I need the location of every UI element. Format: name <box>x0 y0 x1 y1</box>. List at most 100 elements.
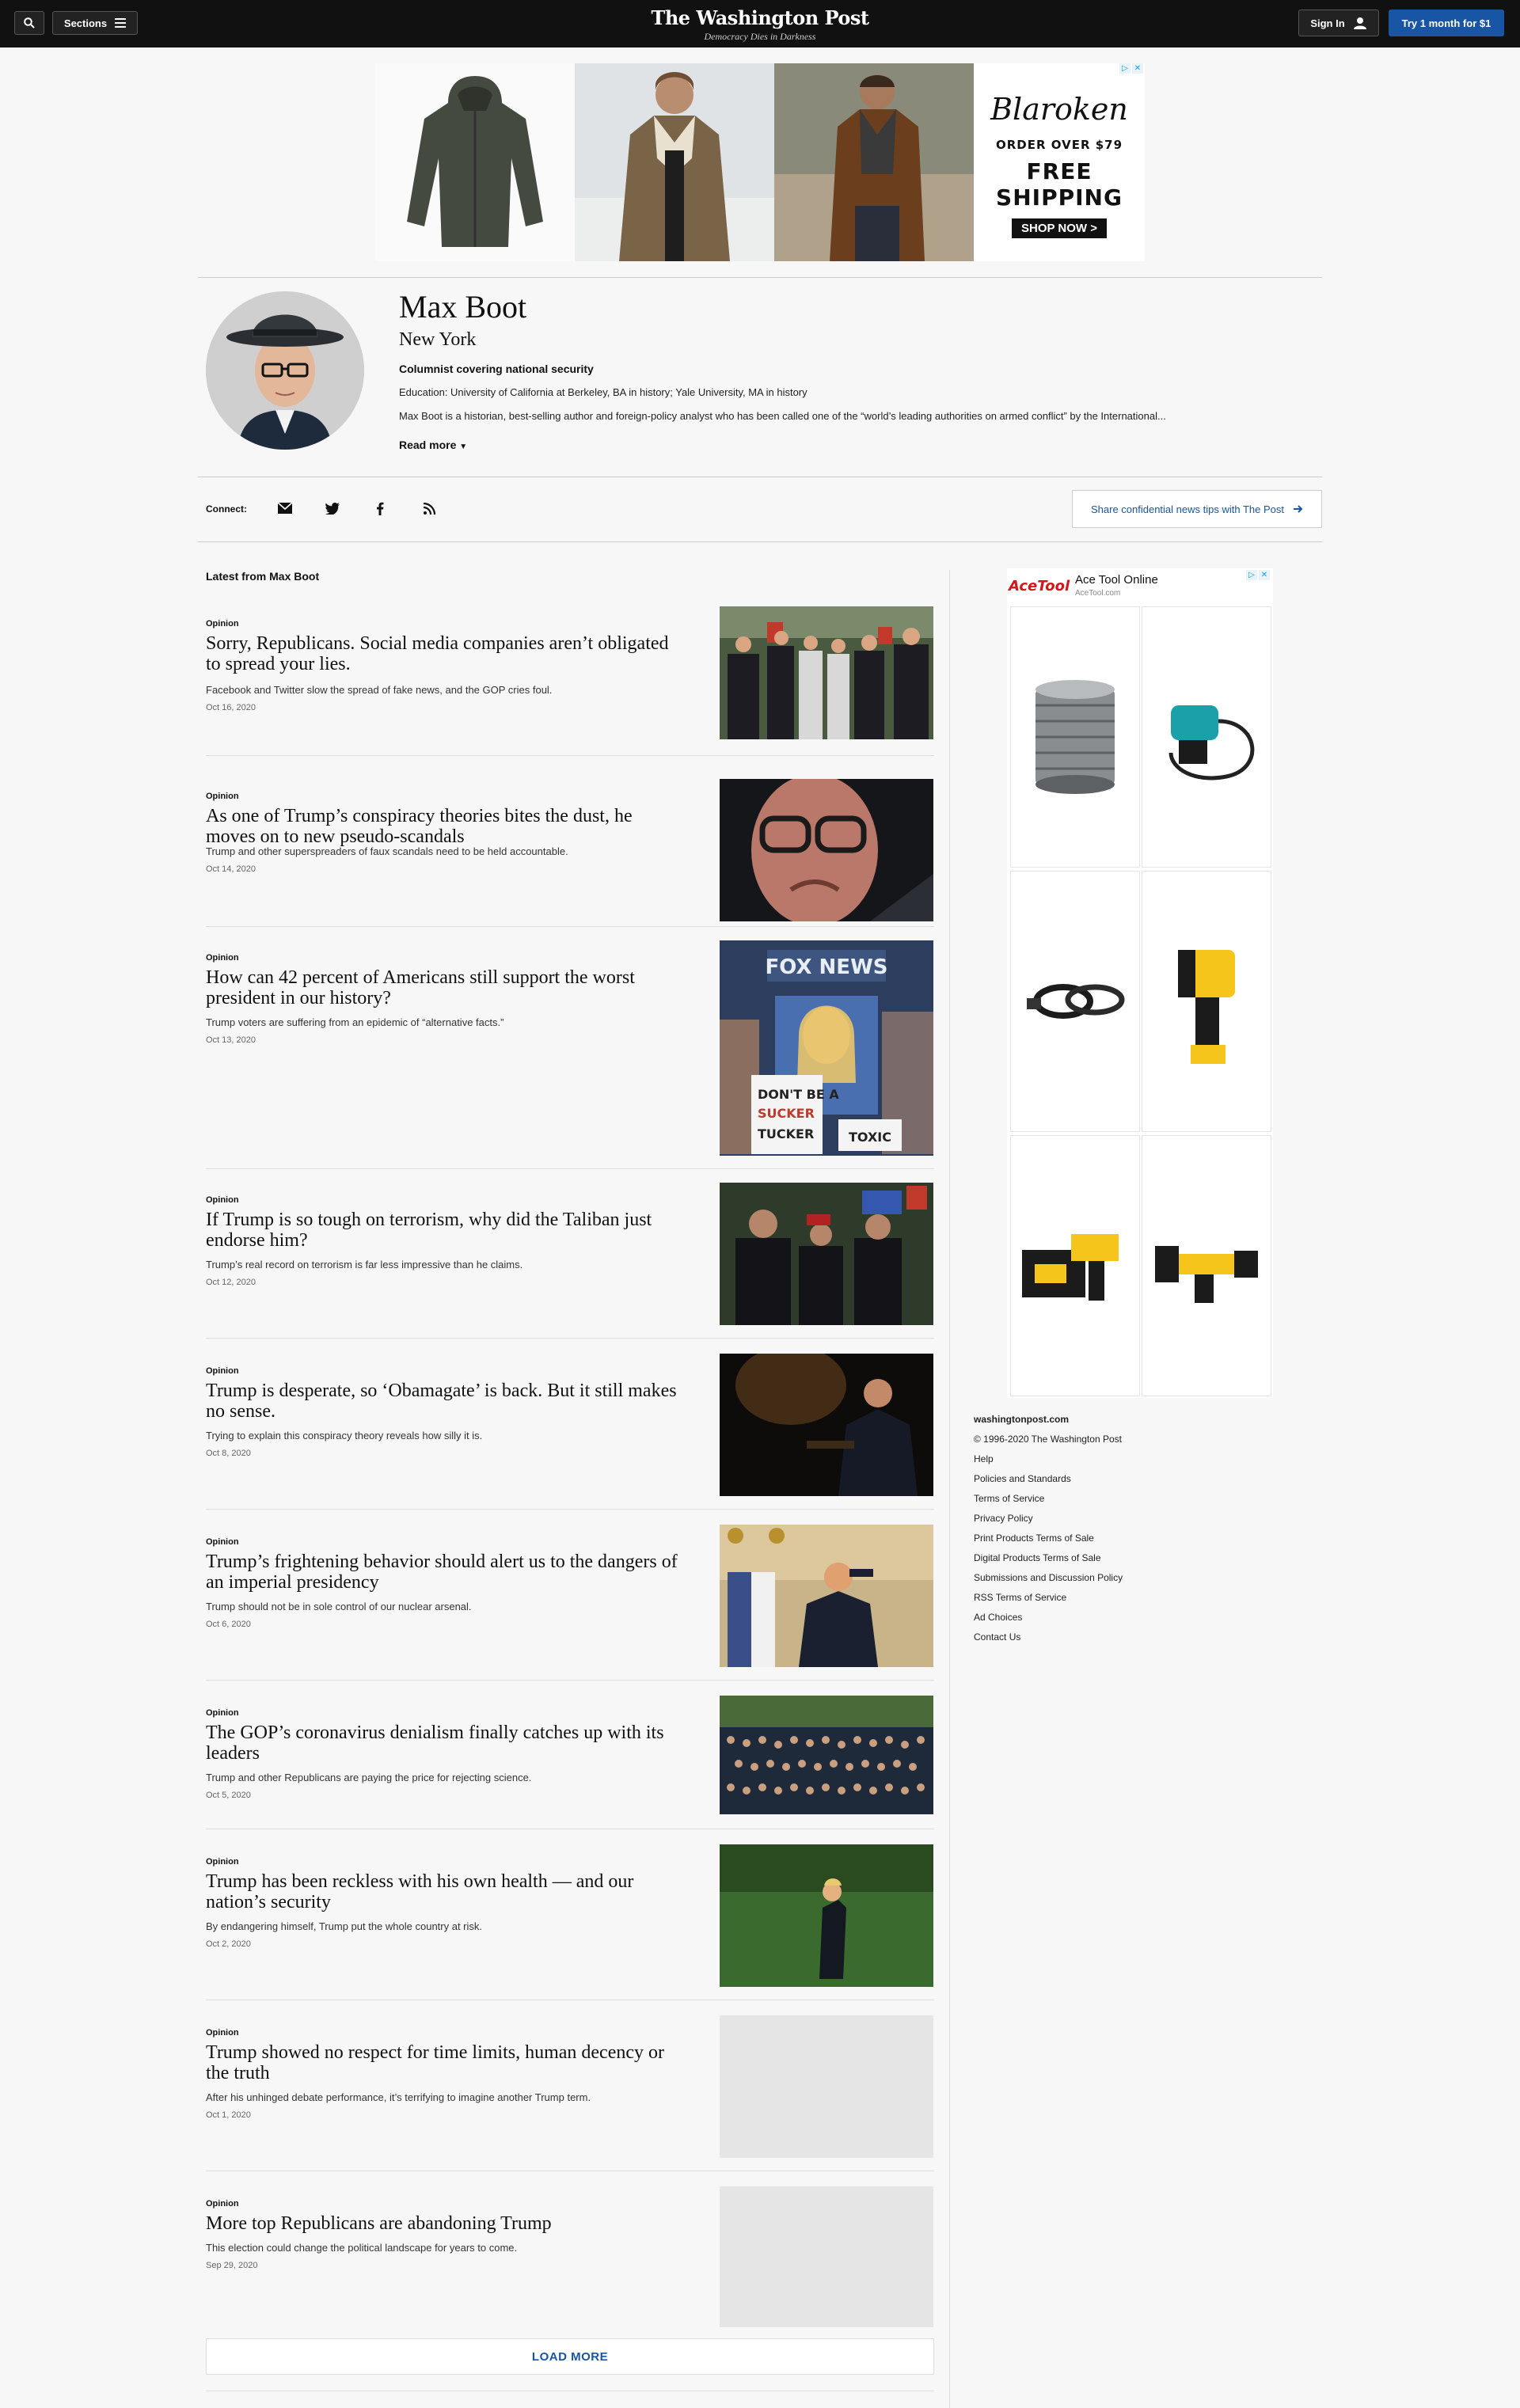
ad-product-right-angle-drill[interactable] <box>1142 1135 1271 1396</box>
article-thumbnail[interactable] <box>720 606 933 739</box>
ad-close-icon[interactable]: ✕ <box>1132 63 1143 74</box>
ad-jacket-image-2 <box>575 63 774 261</box>
ad-product-inflator[interactable] <box>1142 606 1271 868</box>
footer-link-terms[interactable]: Terms of Service <box>974 1493 1044 1504</box>
ad-brand-logo: Blaroken <box>990 92 1128 127</box>
footer-link-digital-terms[interactable]: Digital Products Terms of Sale <box>974 1552 1101 1563</box>
article-thumbnail[interactable] <box>720 1844 933 1987</box>
sidebar-ad[interactable]: AceTool Ace Tool Online AceTool.com ▷ ✕ <box>1007 568 1273 1398</box>
article-headline[interactable]: The GOP’s coronavirus denialism finally … <box>206 1722 681 1764</box>
article-headline[interactable]: If Trump is so tough on terrorism, why d… <box>206 1210 681 1251</box>
divider <box>198 541 1322 542</box>
article-headline[interactable]: Sorry, Republicans. Social media compani… <box>206 633 681 674</box>
author-name: Max Boot <box>399 289 527 325</box>
svg-text:TOXIC: TOXIC <box>849 1130 891 1145</box>
footer-link-submissions[interactable]: Submissions and Discussion Policy <box>974 1572 1123 1583</box>
article-date: Oct 14, 2020 <box>206 864 256 874</box>
masthead-logo[interactable]: The Washington Post Democracy Dies in Da… <box>602 6 918 43</box>
ad-choices[interactable]: ▷ ✕ <box>1119 63 1143 74</box>
ad-jacket-image-3 <box>774 63 974 261</box>
ad-url: AceTool.com <box>1075 589 1121 598</box>
article-thumbnail[interactable] <box>720 1354 933 1496</box>
article-blurb: This election could change the political… <box>206 2242 518 2254</box>
article-headline[interactable]: Trump showed no respect for time limits,… <box>206 2042 681 2083</box>
article-thumbnail[interactable] <box>720 1696 933 1814</box>
ad-product-core-bit[interactable] <box>1010 606 1140 868</box>
article-kicker: Opinion <box>206 1366 239 1376</box>
twitter-icon[interactable] <box>323 499 342 518</box>
article-blurb: After his unhinged debate performance, i… <box>206 2091 591 2103</box>
footer-link-rss-terms[interactable]: RSS Terms of Service <box>974 1592 1066 1603</box>
footer-link-contact[interactable]: Contact Us <box>974 1631 1020 1643</box>
article-blurb: Trump and other Republicans are paying t… <box>206 1772 532 1783</box>
sections-label: Sections <box>63 17 108 29</box>
article-date: Oct 16, 2020 <box>206 703 256 712</box>
ad-title[interactable]: Ace Tool Online <box>1075 573 1158 587</box>
ad-close-icon[interactable]: ✕ <box>1259 570 1270 580</box>
article-thumbnail-placeholder[interactable] <box>720 2015 933 2158</box>
article-headline[interactable]: Trump has been reckless with his own hea… <box>206 1871 681 1912</box>
ad-product-hose[interactable] <box>1010 871 1140 1132</box>
article-headline[interactable]: As one of Trump’s conspiracy theories bi… <box>206 806 681 847</box>
article-date: Oct 13, 2020 <box>206 1035 256 1045</box>
ad-shipping-text: FREE SHIPPING <box>996 158 1123 211</box>
article-thumbnail[interactable] <box>720 779 933 921</box>
column-divider <box>949 570 950 2408</box>
author-education: Education: University of California at B… <box>399 386 808 398</box>
load-more-button[interactable]: LOAD MORE <box>206 2338 934 2375</box>
facebook-icon[interactable] <box>370 499 390 518</box>
banner-ad[interactable]: ▷ ✕ Blaroken ORDER OVER $79 FREE SHIPPIN… <box>375 63 1145 261</box>
footer-link-ad-choices[interactable]: Ad Choices <box>974 1612 1022 1623</box>
user-icon <box>1353 17 1366 29</box>
search-button[interactable] <box>14 11 44 35</box>
ad-shop-now-button[interactable]: SHOP NOW > <box>1012 218 1107 238</box>
read-more-button[interactable]: Read more ▼ <box>399 439 467 451</box>
article-thumbnail[interactable] <box>720 1183 933 1325</box>
article-date: Oct 12, 2020 <box>206 1278 256 1287</box>
footer-link-help[interactable]: Help <box>974 1453 994 1464</box>
article-blurb: Facebook and Twitter slow the spread of … <box>206 684 553 696</box>
ad-choices[interactable]: ▷ ✕ <box>1246 570 1270 580</box>
adchoices-icon[interactable]: ▷ <box>1246 570 1257 580</box>
ad-product-drill-kit[interactable] <box>1010 1135 1140 1396</box>
svg-text:TUCKER: TUCKER <box>758 1126 814 1141</box>
article-thumbnail[interactable]: FOX NEWS DON'T BE A SUCKER TUCKER TOXIC <box>720 940 933 1156</box>
article-date: Oct 1, 2020 <box>206 2110 251 2120</box>
author-bio: Max Boot is a historian, best-selling au… <box>399 410 1166 422</box>
article-kicker: Opinion <box>206 1857 239 1867</box>
article-separator <box>206 755 934 756</box>
article-headline[interactable]: More top Republicans are abandoning Trum… <box>206 2213 681 2234</box>
footer-site[interactable]: washingtonpost.com <box>974 1414 1069 1425</box>
footer-link-policies[interactable]: Policies and Standards <box>974 1473 1071 1484</box>
article-headline[interactable]: How can 42 percent of Americans still su… <box>206 967 681 1008</box>
footer-copyright: © 1996-2020 The Washington Post <box>974 1434 1122 1445</box>
article-blurb: Trump and other superspreaders of faux s… <box>206 845 568 857</box>
ad-brand-panel: ▷ ✕ Blaroken ORDER OVER $79 FREE SHIPPIN… <box>974 63 1145 261</box>
email-icon[interactable] <box>276 499 294 518</box>
sidebar-ad-header: AceTool Ace Tool Online AceTool.com ▷ ✕ <box>1007 568 1273 606</box>
svg-text:DON'T BE A: DON'T BE A <box>758 1087 839 1102</box>
article-headline[interactable]: Trump’s frightening behavior should aler… <box>206 1552 681 1593</box>
article-thumbnail-placeholder[interactable] <box>720 2186 933 2327</box>
rss-icon[interactable] <box>420 499 439 518</box>
article-headline[interactable]: Trump is desperate, so ‘Obamagate’ is ba… <box>206 1381 681 1422</box>
author-role: Columnist covering national security <box>399 363 594 375</box>
sections-button[interactable]: Sections <box>52 11 138 35</box>
news-tips-button[interactable]: Share confidential news tips with The Po… <box>1072 490 1322 528</box>
ad-order-text: ORDER OVER $79 <box>995 138 1123 152</box>
ad-product-light[interactable] <box>1142 871 1271 1132</box>
article-date: Sep 29, 2020 <box>206 2261 258 2270</box>
svg-text:FOX NEWS: FOX NEWS <box>766 955 888 979</box>
article-date: Oct 2, 2020 <box>206 1939 251 1949</box>
adchoices-icon[interactable]: ▷ <box>1119 63 1130 74</box>
arrow-right-icon <box>1294 505 1303 513</box>
article-kicker: Opinion <box>206 1537 239 1547</box>
ad-brand-logo: AceTool <box>1009 578 1070 594</box>
article-thumbnail[interactable] <box>720 1525 933 1667</box>
article-blurb: By endangering himself, Trump put the wh… <box>206 1920 483 1932</box>
sign-in-button[interactable]: Sign In <box>1298 9 1379 36</box>
article-blurb: Trump voters are suffering from an epide… <box>206 1016 504 1028</box>
footer-link-privacy[interactable]: Privacy Policy <box>974 1513 1033 1524</box>
subscribe-button[interactable]: Try 1 month for $1 <box>1389 9 1504 36</box>
footer-link-print-terms[interactable]: Print Products Terms of Sale <box>974 1533 1094 1544</box>
